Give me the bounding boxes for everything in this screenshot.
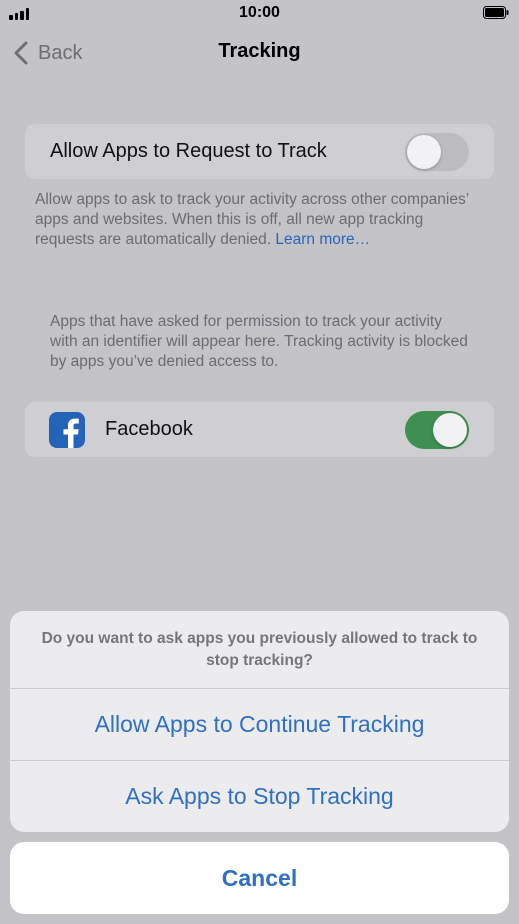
learn-more-link[interactable]: Learn more… [275, 231, 370, 248]
allow-tracking-cell: Allow Apps to Request to Track [25, 124, 494, 179]
action-sheet: Do you want to ask apps you previously a… [10, 611, 509, 832]
ask-stop-tracking-button[interactable]: Ask Apps to Stop Tracking [10, 761, 509, 832]
cancel-button[interactable]: Cancel [10, 842, 509, 914]
battery-icon [483, 6, 509, 19]
action-sheet-message-text: Do you want to ask apps you previously a… [41, 629, 478, 669]
allow-tracking-footer-text: Allow apps to ask to track your activity… [35, 191, 469, 248]
allow-tracking-label: Allow Apps to Request to Track [50, 140, 327, 162]
toggle-knob [407, 135, 441, 169]
action-sheet-message: Do you want to ask apps you previously a… [10, 611, 509, 688]
allow-tracking-footer: Allow apps to ask to track your activity… [35, 190, 485, 250]
app-name: Facebook [105, 418, 193, 440]
status-bar: 10:00 [0, 0, 519, 28]
app-row-facebook: Facebook [25, 402, 494, 457]
status-time: 10:00 [239, 4, 280, 21]
apps-section-footer: Apps that have asked for permission to t… [50, 313, 468, 370]
page-title: Tracking [218, 40, 301, 62]
allow-continue-tracking-button[interactable]: Allow Apps to Continue Tracking [10, 689, 509, 760]
toggle-knob [433, 413, 467, 447]
facebook-icon [49, 412, 85, 448]
allow-tracking-toggle[interactable] [405, 133, 469, 171]
facebook-tracking-toggle[interactable] [405, 411, 469, 449]
